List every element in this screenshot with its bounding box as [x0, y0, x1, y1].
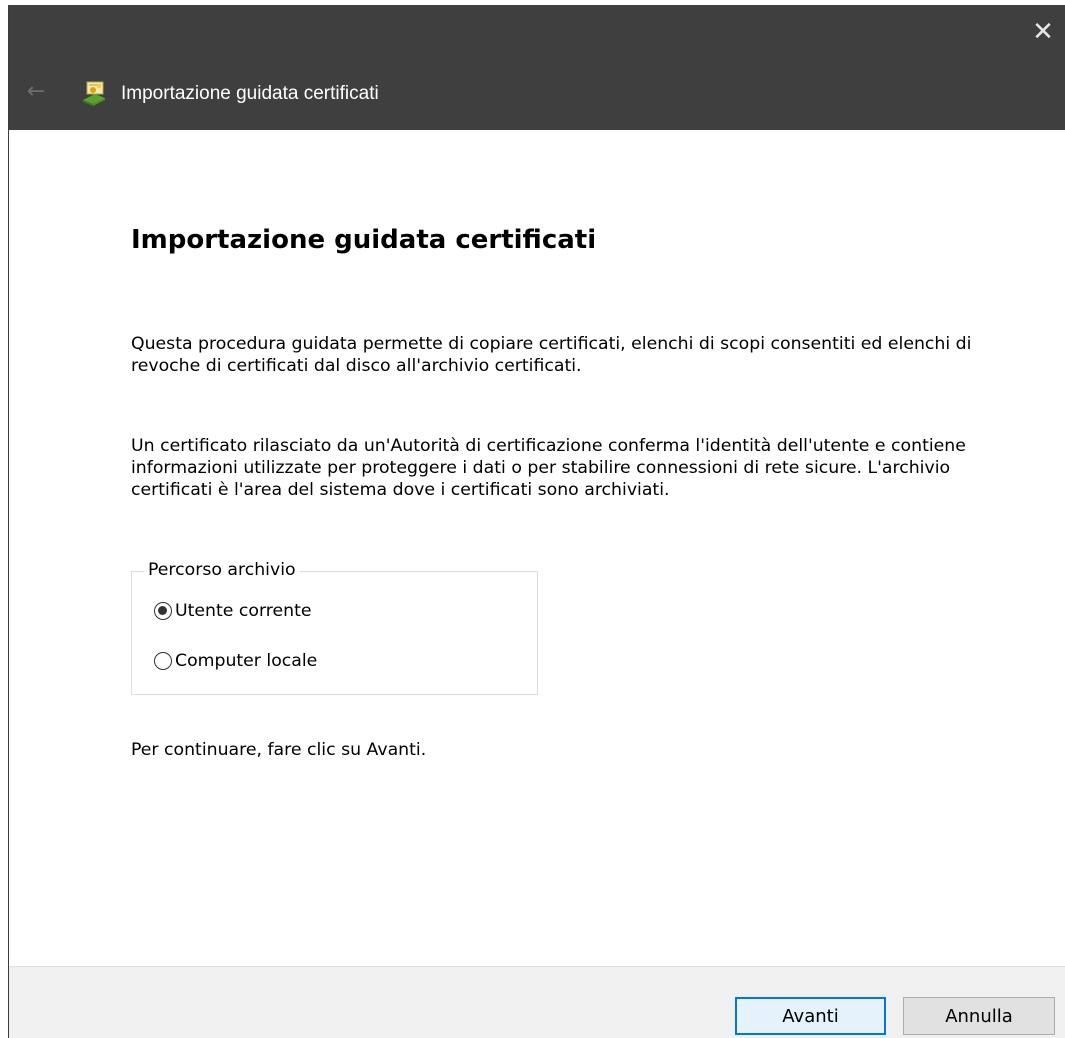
- radio-label-current-user: Utente corrente: [175, 601, 312, 621]
- back-arrow-icon[interactable]: ←: [21, 77, 51, 107]
- store-location-legend: Percorso archivio: [144, 560, 300, 580]
- wizard-window: ✕ ← Importazione guidata certificati Imp…: [8, 5, 1065, 1038]
- radio-label-local-computer: Computer locale: [175, 651, 318, 671]
- cancel-button[interactable]: Annulla: [903, 997, 1055, 1035]
- radio-button-unchecked[interactable]: [154, 652, 172, 670]
- description-paragraph: Un certificato rilasciato da un'Autorità…: [131, 436, 966, 500]
- page-title: Importazione guidata certificati: [131, 225, 597, 255]
- store-location-group: Percorso archivio Utente corrente Comput…: [131, 560, 538, 695]
- radio-local-computer[interactable]: Computer locale: [154, 651, 317, 671]
- next-button[interactable]: Avanti: [735, 997, 886, 1035]
- close-button[interactable]: ✕: [1020, 5, 1065, 60]
- radio-button-checked[interactable]: [154, 602, 172, 620]
- footer-bar: Avanti Annulla: [9, 966, 1065, 1038]
- continue-instruction: Per continuare, fare clic su Avanti.: [131, 740, 427, 760]
- window-title: Importazione guidata certificati: [121, 83, 379, 104]
- title-bar: ✕ ← Importazione guidata certificati: [9, 5, 1065, 130]
- certificate-wizard-icon: [83, 81, 105, 106]
- intro-paragraph: Questa procedura guidata permette di cop…: [131, 334, 972, 376]
- radio-current-user[interactable]: Utente corrente: [154, 601, 312, 621]
